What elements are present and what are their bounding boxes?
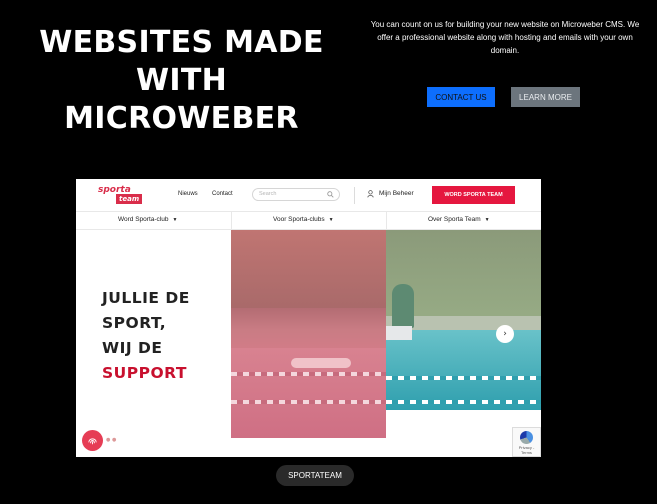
project-preview-image[interactable]: sporta team Nieuws Contact Search Mijn B… <box>76 179 541 457</box>
learn-more-button[interactable]: LEARN MORE <box>511 87 580 107</box>
lane-rope <box>231 372 386 376</box>
subnav-label: Word Sporta-club <box>118 216 169 223</box>
slider-dots: ● ● <box>106 437 117 443</box>
logo-line-2: team <box>116 194 143 204</box>
header-divider <box>354 187 355 204</box>
preview-header: sporta team Nieuws Contact Search Mijn B… <box>76 179 541 211</box>
sporta-logo: sporta team <box>98 185 148 205</box>
user-icon <box>367 190 374 198</box>
subnav-separator <box>231 212 232 230</box>
caret-down-icon: ▼ <box>328 217 334 223</box>
subnav-label: Voor Sporta-clubs <box>273 216 325 223</box>
swimmer-figure <box>291 358 351 368</box>
hero-title: WEBSITES MADE WITH MICROWEBER <box>39 25 324 136</box>
preview-nav-contact: Contact <box>212 191 233 197</box>
subnav-item-voor-sporta-clubs: Voor Sporta-clubs ▼ <box>273 216 334 223</box>
chevron-right-icon: › <box>496 325 514 343</box>
preview-headline: JULLIE DE SPORT, WIJ DE SUPPORT <box>102 286 232 386</box>
subnav-separator <box>386 212 387 230</box>
caret-down-icon: ▼ <box>172 217 178 223</box>
lane-rope <box>231 400 386 404</box>
preview-search-placeholder: Search <box>259 191 277 197</box>
headline-line: WIJ DE <box>102 339 163 357</box>
coach-figure <box>392 284 414 328</box>
contact-us-button[interactable]: CONTACT US <box>427 87 495 107</box>
recaptcha-badge: Privacy - Terms <box>512 427 541 457</box>
photo-pool <box>386 330 541 410</box>
lane-rope <box>386 400 541 404</box>
search-icon <box>327 191 334 198</box>
lane-rope <box>386 376 541 380</box>
preview-cta-button: WORD SPORTA TEAM <box>432 186 515 204</box>
preview-account-label: Mijn Beheer <box>379 190 414 197</box>
laptop-figure <box>386 326 412 340</box>
swimmer-photo <box>231 230 386 438</box>
headline-line: JULLIE DE <box>102 289 190 307</box>
caret-down-icon: ▼ <box>484 217 490 223</box>
preview-search-field: Search <box>252 188 340 201</box>
subnav-item-over-sporta-team: Over Sporta Team ▼ <box>428 216 490 223</box>
sportateam-tag-button[interactable]: SPORTATEAM <box>276 465 354 486</box>
subnav-label: Over Sporta Team <box>428 216 481 223</box>
fingerprint-icon <box>82 430 103 451</box>
headline-accent: SUPPORT <box>102 364 187 382</box>
preview-nav-nieuws: Nieuws <box>178 191 198 197</box>
recaptcha-text: Privacy - Terms <box>518 445 535 455</box>
photo-wall <box>231 230 386 308</box>
coach-photo <box>386 230 541 410</box>
preview-subnav: Word Sporta-club ▼ Voor Sporta-clubs ▼ Ove… <box>76 211 541 230</box>
headline-line: SPORT, <box>102 314 167 332</box>
recaptcha-icon <box>520 431 533 444</box>
hero-description: You can count on us for building your ne… <box>370 20 640 55</box>
subnav-item-word-sporta-club: Word Sporta-club ▼ <box>118 216 177 223</box>
